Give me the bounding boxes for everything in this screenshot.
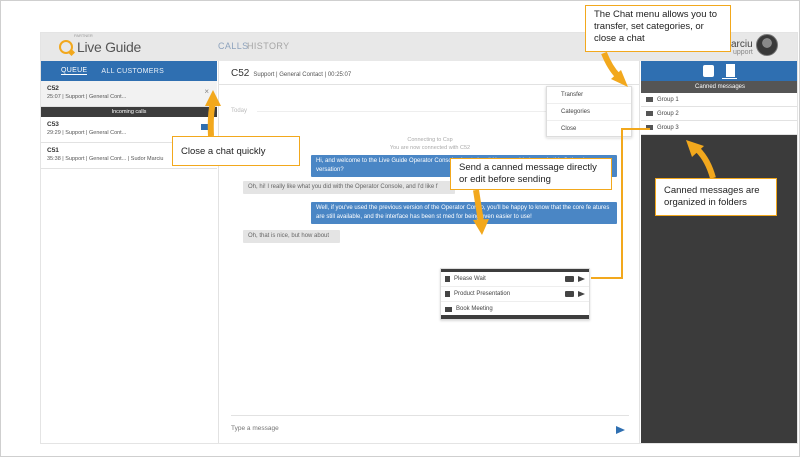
menu-item-categories[interactable]: Categories — [547, 104, 631, 121]
folder-name: Group 3 — [657, 124, 679, 131]
send-icon[interactable] — [578, 291, 585, 297]
callout-folders: Canned messages are organized in folders — [655, 178, 777, 216]
brand-name: Live Guide — [77, 39, 141, 55]
chat-list-panel: QUEUE ALL CUSTOMERS C52 25:07 | Support … — [41, 61, 217, 443]
send-icon[interactable] — [616, 426, 625, 434]
chat-meta: 25:07 | Support | General Cont... — [47, 94, 127, 100]
tab-all-customers[interactable]: ALL CUSTOMERS — [101, 68, 164, 75]
tab-queue[interactable]: QUEUE — [61, 67, 88, 75]
incoming-calls-header: Incoming calls — [41, 107, 217, 117]
message-input[interactable] — [231, 422, 591, 434]
nav-calls[interactable]: CALLS — [218, 41, 249, 51]
chat-title: C52 — [231, 68, 250, 79]
brand-logo: Live Guide — [59, 37, 141, 57]
list-item[interactable]: C52 25:07 | Support | General Cont... × — [41, 81, 217, 107]
popup-footer — [441, 315, 589, 319]
edit-icon[interactable] — [565, 291, 574, 297]
close-icon[interactable]: × — [204, 87, 209, 96]
folder-item[interactable]: Group 2 — [641, 107, 797, 121]
folder-item[interactable]: Group 1 — [641, 93, 797, 107]
accept-icon[interactable] — [201, 124, 209, 130]
chat-id: C53 — [47, 121, 59, 128]
message-bubble-operator: Well, if you've used the previous versio… — [311, 202, 617, 224]
send-icon[interactable] — [578, 276, 585, 282]
document-icon — [445, 276, 450, 282]
left-tabs: QUEUE ALL CUSTOMERS — [41, 61, 217, 81]
folder-item[interactable]: Group 3 — [641, 121, 797, 135]
operator-console: Live Guide PARTNER CALLS HISTORY arciu u… — [40, 32, 798, 444]
folder-name: Group 2 — [657, 110, 679, 117]
canned-messages-icon[interactable] — [726, 64, 735, 77]
chat-menu: Transfer Categories Close — [546, 86, 632, 138]
contact-icon[interactable] — [703, 65, 714, 77]
avatar[interactable] — [756, 34, 778, 56]
canned-folder-name: Book Meeting — [456, 306, 493, 312]
chat-info: Support | General Contact | 00:25:07 — [253, 72, 352, 78]
message-bubble-customer: Oh, hi! I really like what you did with … — [243, 181, 455, 194]
right-tabs — [641, 61, 797, 81]
active-tab-indicator — [722, 78, 737, 79]
day-label: Today — [231, 108, 248, 114]
brand-sub: PARTNER — [74, 33, 93, 38]
canned-message-item[interactable]: Please Wait — [441, 272, 589, 287]
chat-header: C52 Support | General Contact | 00:25:07 — [219, 61, 639, 85]
folder-name: Group 1 — [657, 96, 679, 103]
menu-item-transfer[interactable]: Transfer — [547, 87, 631, 104]
canned-message-popup: Please Wait Product Presentation Book Me… — [440, 268, 590, 320]
document-icon — [445, 291, 450, 297]
nav-history[interactable]: HISTORY — [247, 41, 289, 51]
canned-message-name: Product Presentation — [454, 291, 511, 297]
folder-icon — [646, 97, 653, 102]
user-role: upport — [733, 49, 753, 56]
composer — [231, 415, 629, 441]
chat-id: C52 — [47, 85, 59, 92]
callout-close-chat: Close a chat quickly — [172, 136, 300, 166]
message-bubble-customer: Oh, that is nice, but how about — [243, 230, 340, 243]
callout-chat-menu: The Chat menu allows you to transfer, se… — [585, 5, 731, 52]
canned-title: Canned messages — [641, 81, 797, 93]
folder-icon — [646, 125, 653, 130]
canned-message-name: Please Wait — [454, 276, 486, 282]
folder-icon — [445, 306, 452, 312]
edit-icon[interactable] — [565, 276, 574, 282]
canned-message-item[interactable]: Product Presentation — [441, 287, 589, 302]
canned-messages-panel: Canned messages Group 1 Group 2 Group 3 — [641, 61, 797, 443]
folder-icon — [646, 111, 653, 116]
menu-item-close[interactable]: Close — [547, 121, 631, 138]
chat-bubble-logo-icon — [59, 40, 73, 54]
callout-send-canned: Send a canned message directly or edit b… — [450, 158, 612, 190]
